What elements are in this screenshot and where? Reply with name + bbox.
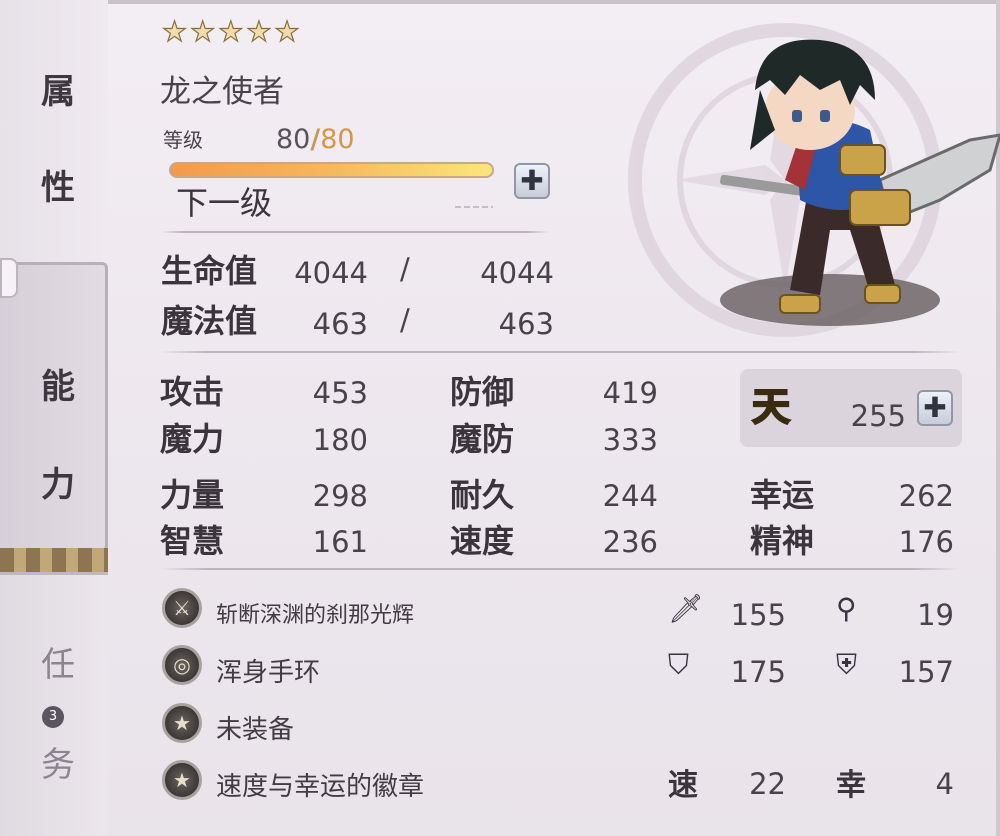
defense-value: 419 (602, 376, 658, 410)
equipment-row-badge[interactable]: ★ (162, 760, 202, 800)
equipment-name[interactable]: 浑身手环 (216, 652, 320, 689)
attack-value: 453 (312, 376, 368, 410)
heaven-points: 255 (850, 399, 906, 433)
divider (160, 231, 550, 233)
star-icon: ★ (246, 15, 272, 48)
allocate-points-button[interactable]: ✚ (917, 390, 953, 426)
tab-divider-ornament (0, 548, 108, 574)
hp-max: 4044 (480, 256, 554, 290)
equipment-magic: 19 (917, 598, 954, 632)
defense-label: 防御 (450, 373, 515, 411)
magic-value: 180 (312, 423, 368, 457)
tab-quest[interactable]: 任 务 (0, 572, 108, 836)
attack-icon: 🗡 (668, 592, 704, 625)
equipment-speed: 22 (749, 767, 786, 801)
mp-label: 魔法值 (161, 302, 258, 340)
hp-slash: / (400, 252, 410, 286)
tab-attributes-char-1: 属 (41, 72, 75, 112)
level-current: 80 (276, 124, 311, 155)
luck-value: 262 (898, 479, 954, 513)
heaven-icon: 天 (751, 384, 791, 430)
star-icon: ★ (190, 15, 216, 48)
tab-quest-char-2: 务 (41, 745, 75, 785)
equipment-row-weapon[interactable]: ⚔ (162, 588, 202, 628)
sword-icon: ⚔ (162, 588, 202, 628)
plus-icon: ✚ (923, 391, 947, 424)
strength-value: 298 (312, 479, 368, 513)
defense-shield-icon: ⛉ (668, 648, 690, 681)
quest-count-badge: 3 (42, 706, 64, 728)
badge-star-icon: ★ (162, 703, 202, 743)
next-level-label: 下一级 (176, 184, 273, 222)
equipment-name[interactable]: 速度与幸运的徽章 (216, 766, 424, 803)
magic-shield-icon: ⛨ (836, 648, 858, 681)
equipment-name[interactable]: 斩断深渊的刹那光辉 (216, 597, 414, 629)
speed-value: 236 (602, 525, 658, 559)
magic-defense-label: 魔防 (450, 420, 515, 458)
level-label: 等级 (163, 128, 203, 152)
level-max: 80 (320, 124, 355, 155)
spirit-label: 精神 (750, 522, 815, 560)
badge-star-icon: ★ (162, 760, 202, 800)
equipment-name[interactable]: 未装备 (216, 709, 294, 746)
strength-label: 力量 (160, 476, 225, 514)
hp-label: 生命值 (161, 252, 258, 290)
wisdom-label: 智慧 (160, 522, 225, 560)
luck-label: 幸运 (750, 476, 815, 514)
hero-name: 龙之使者 (160, 74, 284, 110)
equipment-defense: 175 (730, 655, 786, 689)
plus-icon: ✚ (520, 164, 544, 197)
exp-remaining-dash (455, 206, 493, 208)
equipment-luck: 4 (935, 767, 954, 801)
divider (160, 351, 960, 353)
magic-label: 魔力 (160, 420, 225, 458)
equipment-attack: 155 (730, 598, 786, 632)
equipment-magic-defense: 157 (898, 655, 954, 689)
star-icon: ★ (218, 15, 244, 48)
mp-current: 463 (312, 307, 368, 341)
exp-progress-bar (169, 162, 494, 178)
level-slash: / (310, 124, 321, 155)
panel-top-edge (0, 0, 1000, 4)
speed-short-label: 速 (668, 768, 698, 803)
endurance-value: 244 (602, 479, 658, 513)
panel-knob (0, 258, 18, 298)
spirit-value: 176 (898, 525, 954, 559)
star-icon: ★ (161, 15, 188, 48)
equipment-row-badge-empty[interactable]: ★ (162, 703, 202, 743)
tab-attributes-char-2: 性 (41, 168, 75, 208)
mp-slash: / (400, 303, 410, 337)
star-rating: ★ ★ ★ ★ ★ (161, 15, 300, 48)
endurance-label: 耐久 (450, 476, 515, 514)
tab-ability-char-1: 能 (41, 367, 75, 407)
tab-quest-char-1: 任 (41, 645, 75, 685)
staff-icon: ⚲ (836, 592, 857, 625)
bracelet-icon: ◎ (162, 645, 202, 685)
speed-label: 速度 (450, 522, 515, 560)
hp-current: 4044 (294, 256, 368, 290)
equipment-row-accessory[interactable]: ◎ (162, 645, 202, 685)
wisdom-value: 161 (312, 525, 368, 559)
level-value: 80/80 (276, 124, 355, 155)
star-icon: ★ (274, 15, 300, 48)
tab-ability[interactable]: 能 力 (0, 262, 108, 552)
luck-short-label: 幸 (836, 768, 866, 803)
divider (160, 568, 960, 570)
tab-ability-char-2: 力 (41, 465, 75, 505)
mp-max: 463 (498, 307, 554, 341)
hero-portrait (720, 39, 1000, 326)
tab-attributes[interactable]: 属 性 (0, 0, 108, 262)
magic-defense-value: 333 (602, 423, 658, 457)
attack-label: 攻击 (160, 373, 225, 411)
level-up-button[interactable]: ✚ (514, 163, 550, 199)
